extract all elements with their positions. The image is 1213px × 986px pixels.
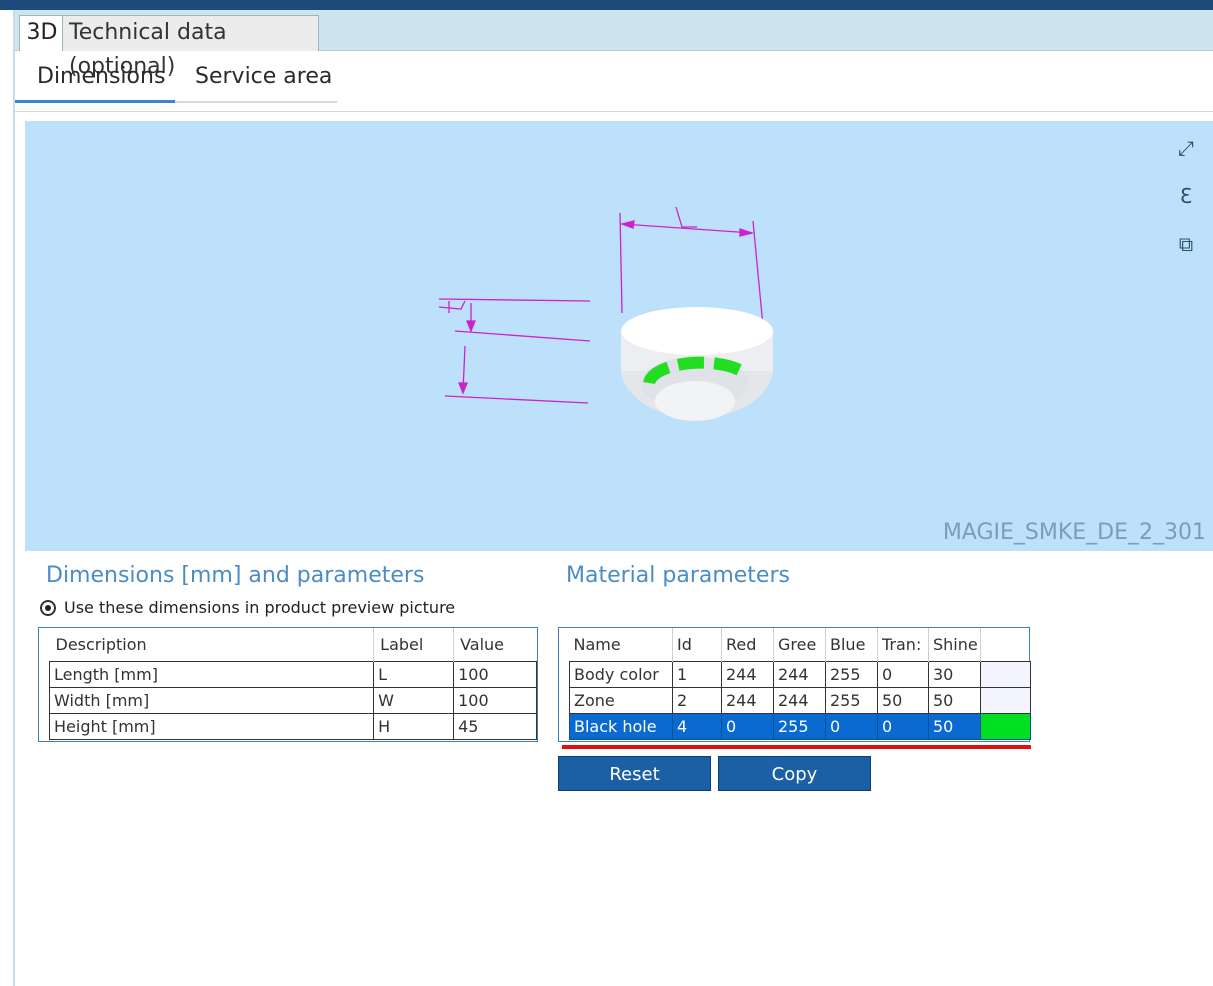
active-subtab-indicator bbox=[15, 100, 175, 103]
cell-value-input[interactable]: 45 bbox=[453, 712, 537, 740]
col-header-description[interactable]: Description bbox=[50, 628, 374, 661]
col-header-red[interactable]: Red bbox=[721, 628, 774, 661]
material-table: Name Id Red Gree Blue Tran: Shine Body c… bbox=[569, 628, 1031, 740]
cell-value-input[interactable]: 100 bbox=[453, 686, 537, 714]
3d-viewer[interactable]: ⤢ Ɛ ⧉ MAGIE_SMKE_DE_2_301 bbox=[25, 121, 1213, 551]
cell-green[interactable]: 244 bbox=[773, 660, 826, 688]
cell-description: Length [mm] bbox=[48, 660, 375, 688]
smoke-detector-model bbox=[621, 307, 773, 421]
subtab-underline bbox=[175, 101, 337, 103]
table-row[interactable]: Height [mm] H 45 bbox=[48, 712, 537, 740]
cell-red[interactable]: 244 bbox=[721, 686, 774, 714]
cell-value-input[interactable]: 100 bbox=[453, 660, 537, 688]
cell-name: Black hole bbox=[569, 712, 673, 740]
cell-label: W bbox=[373, 686, 455, 714]
col-header-id[interactable]: Id bbox=[672, 628, 722, 661]
table-row[interactable]: Length [mm] L 100 bbox=[48, 660, 537, 688]
material-section-title: Material parameters bbox=[566, 563, 790, 588]
cell-blue[interactable]: 255 bbox=[825, 686, 878, 714]
subtab-service-area[interactable]: Service area bbox=[195, 64, 332, 104]
cell-blue[interactable]: 0 bbox=[825, 712, 878, 740]
cell-green[interactable]: 244 bbox=[773, 686, 826, 714]
cell-shine[interactable]: 50 bbox=[928, 686, 981, 714]
cell-description: Height [mm] bbox=[48, 712, 375, 740]
selection-highlight-line bbox=[562, 745, 1031, 749]
cell-shine[interactable]: 50 bbox=[928, 712, 981, 740]
cell-id: 1 bbox=[672, 660, 722, 688]
col-header-blue[interactable]: Blue bbox=[825, 628, 878, 661]
table-row[interactable]: Body color 1 244 244 255 0 30 bbox=[569, 660, 1031, 688]
measure-icon[interactable]: Ɛ bbox=[1173, 183, 1199, 209]
cell-transparency[interactable]: 50 bbox=[877, 686, 929, 714]
sub-tab-bar: Dimensions Service area bbox=[15, 52, 1213, 112]
subtab-dimensions[interactable]: Dimensions bbox=[37, 64, 165, 104]
cell-red[interactable]: 244 bbox=[721, 660, 774, 688]
dimensions-table: Description Label Value Length [mm] L 10… bbox=[48, 628, 537, 740]
col-header-name[interactable]: Name bbox=[570, 628, 673, 661]
cell-label: L bbox=[373, 660, 455, 688]
dimensions-table-container: Description Label Value Length [mm] L 10… bbox=[38, 627, 538, 742]
cell-shine[interactable]: 30 bbox=[928, 660, 981, 688]
color-swatch[interactable] bbox=[980, 712, 1031, 740]
main-tab-strip: 3D Technical data (optional) bbox=[15, 10, 1213, 79]
col-header-value[interactable]: Value bbox=[453, 628, 537, 661]
model-id-label: MAGIE_SMKE_DE_2_301 bbox=[942, 520, 1206, 545]
cell-id: 4 bbox=[672, 712, 722, 740]
left-border bbox=[13, 10, 15, 986]
tab-technical-data[interactable]: Technical data (optional) bbox=[62, 15, 319, 79]
use-dimensions-label: Use these dimensions in product preview … bbox=[64, 598, 456, 617]
cell-id: 2 bbox=[672, 686, 722, 714]
reset-button[interactable]: Reset bbox=[558, 756, 711, 791]
cell-name: Zone bbox=[569, 686, 673, 714]
copy-button[interactable]: Copy bbox=[718, 756, 871, 791]
cell-transparency[interactable]: 0 bbox=[877, 660, 929, 688]
table-row[interactable]: Zone 2 244 244 255 50 50 bbox=[569, 686, 1031, 714]
dimension-h-annotation bbox=[438, 298, 591, 404]
cell-green[interactable]: 255 bbox=[773, 712, 826, 740]
cell-blue[interactable]: 255 bbox=[825, 660, 878, 688]
dimensions-section-title: Dimensions [mm] and parameters bbox=[46, 563, 425, 588]
cell-label: H bbox=[373, 712, 455, 740]
use-dimensions-option[interactable]: Use these dimensions in product preview … bbox=[40, 598, 455, 617]
col-header-label[interactable]: Label bbox=[373, 628, 454, 661]
cell-red[interactable]: 0 bbox=[721, 712, 774, 740]
col-header-color[interactable] bbox=[980, 628, 1031, 661]
col-header-transparency[interactable]: Tran: bbox=[877, 628, 929, 661]
cell-name: Body color bbox=[569, 660, 673, 688]
3d-model-scene[interactable] bbox=[25, 121, 1213, 551]
cell-description: Width [mm] bbox=[48, 686, 375, 714]
cell-transparency[interactable]: 0 bbox=[877, 712, 929, 740]
color-swatch[interactable] bbox=[980, 686, 1031, 714]
table-row[interactable]: Width [mm] W 100 bbox=[48, 686, 537, 714]
col-header-shine[interactable]: Shine bbox=[928, 628, 981, 661]
use-dimensions-radio[interactable] bbox=[40, 599, 56, 616]
material-table-container: Name Id Red Gree Blue Tran: Shine Body c… bbox=[558, 627, 1031, 742]
color-swatch[interactable] bbox=[980, 660, 1031, 688]
copy-view-icon[interactable]: ⧉ bbox=[1173, 231, 1199, 257]
col-header-green[interactable]: Gree bbox=[773, 628, 826, 661]
fullscreen-icon[interactable]: ⤢ bbox=[1173, 135, 1199, 161]
table-row-selected[interactable]: Black hole 4 0 255 0 0 50 bbox=[569, 712, 1031, 740]
tab-3d[interactable]: 3D bbox=[19, 15, 65, 51]
window-top-bar bbox=[0, 0, 1213, 10]
